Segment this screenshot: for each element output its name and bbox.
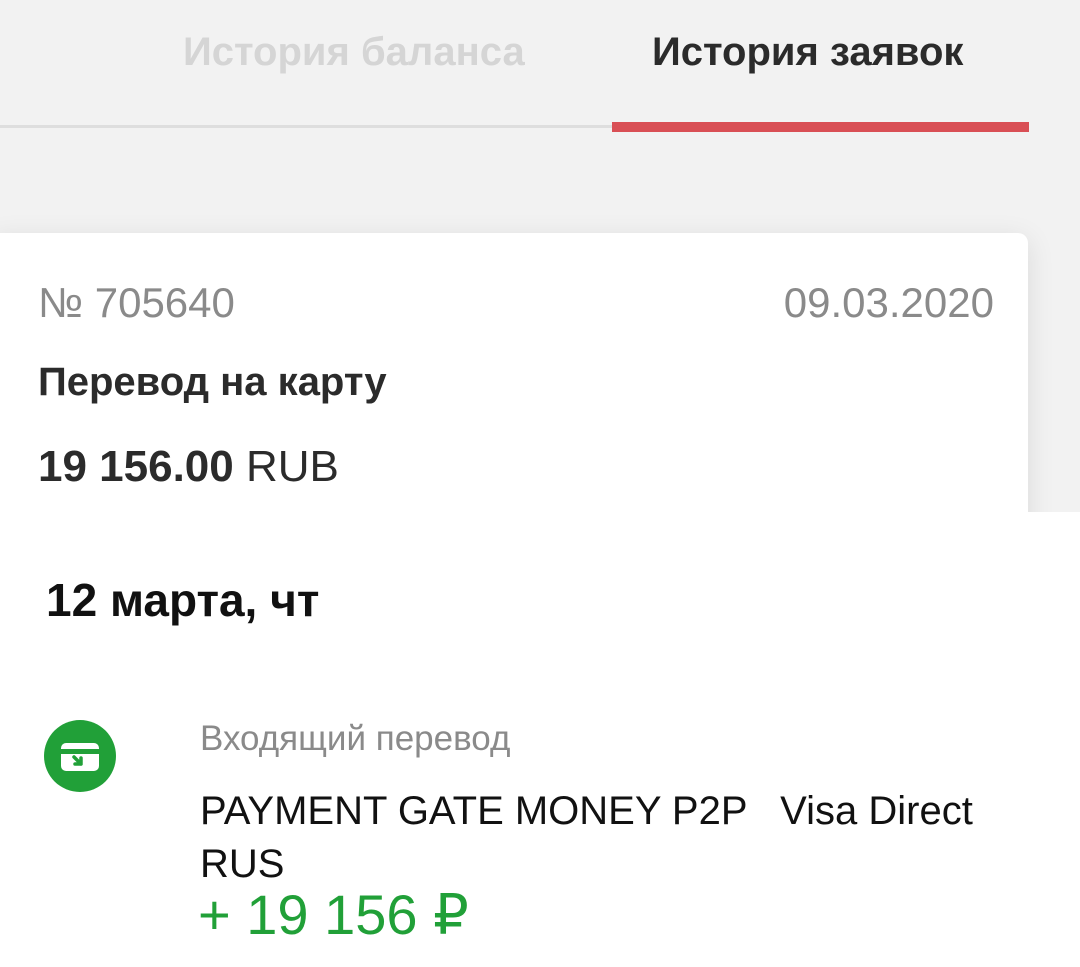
- incoming-card-icon: [44, 720, 116, 792]
- request-amount-value: 19 156.00: [38, 442, 234, 491]
- transactions-panel: 12 марта, чт Входящий перевод PAYMENT GA…: [0, 512, 1080, 967]
- request-card[interactable]: № 705640 09.03.2020 Перевод на карту 19 …: [0, 233, 1028, 512]
- transaction-amount: + 19 156 ₽: [198, 883, 469, 946]
- transaction-type: Входящий перевод: [200, 719, 511, 758]
- active-tab-indicator: [612, 122, 1029, 132]
- request-history-panel: История баланса История заявок № 705640 …: [0, 0, 1080, 512]
- request-amount: 19 156.00 RUB: [38, 441, 339, 493]
- request-title: Перевод на карту: [38, 360, 387, 404]
- request-date: 09.03.2020: [783, 279, 994, 326]
- request-currency: RUB: [245, 442, 339, 491]
- tab-request-history[interactable]: История заявок: [652, 28, 963, 76]
- transaction-description: PAYMENT GATE MONEY P2P Visa Direct RUS: [200, 789, 984, 886]
- request-number: № 705640: [38, 279, 235, 326]
- transaction-day-header: 12 марта, чт: [46, 574, 320, 626]
- tab-divider: [0, 125, 612, 128]
- tab-balance-history[interactable]: История баланса: [183, 28, 525, 76]
